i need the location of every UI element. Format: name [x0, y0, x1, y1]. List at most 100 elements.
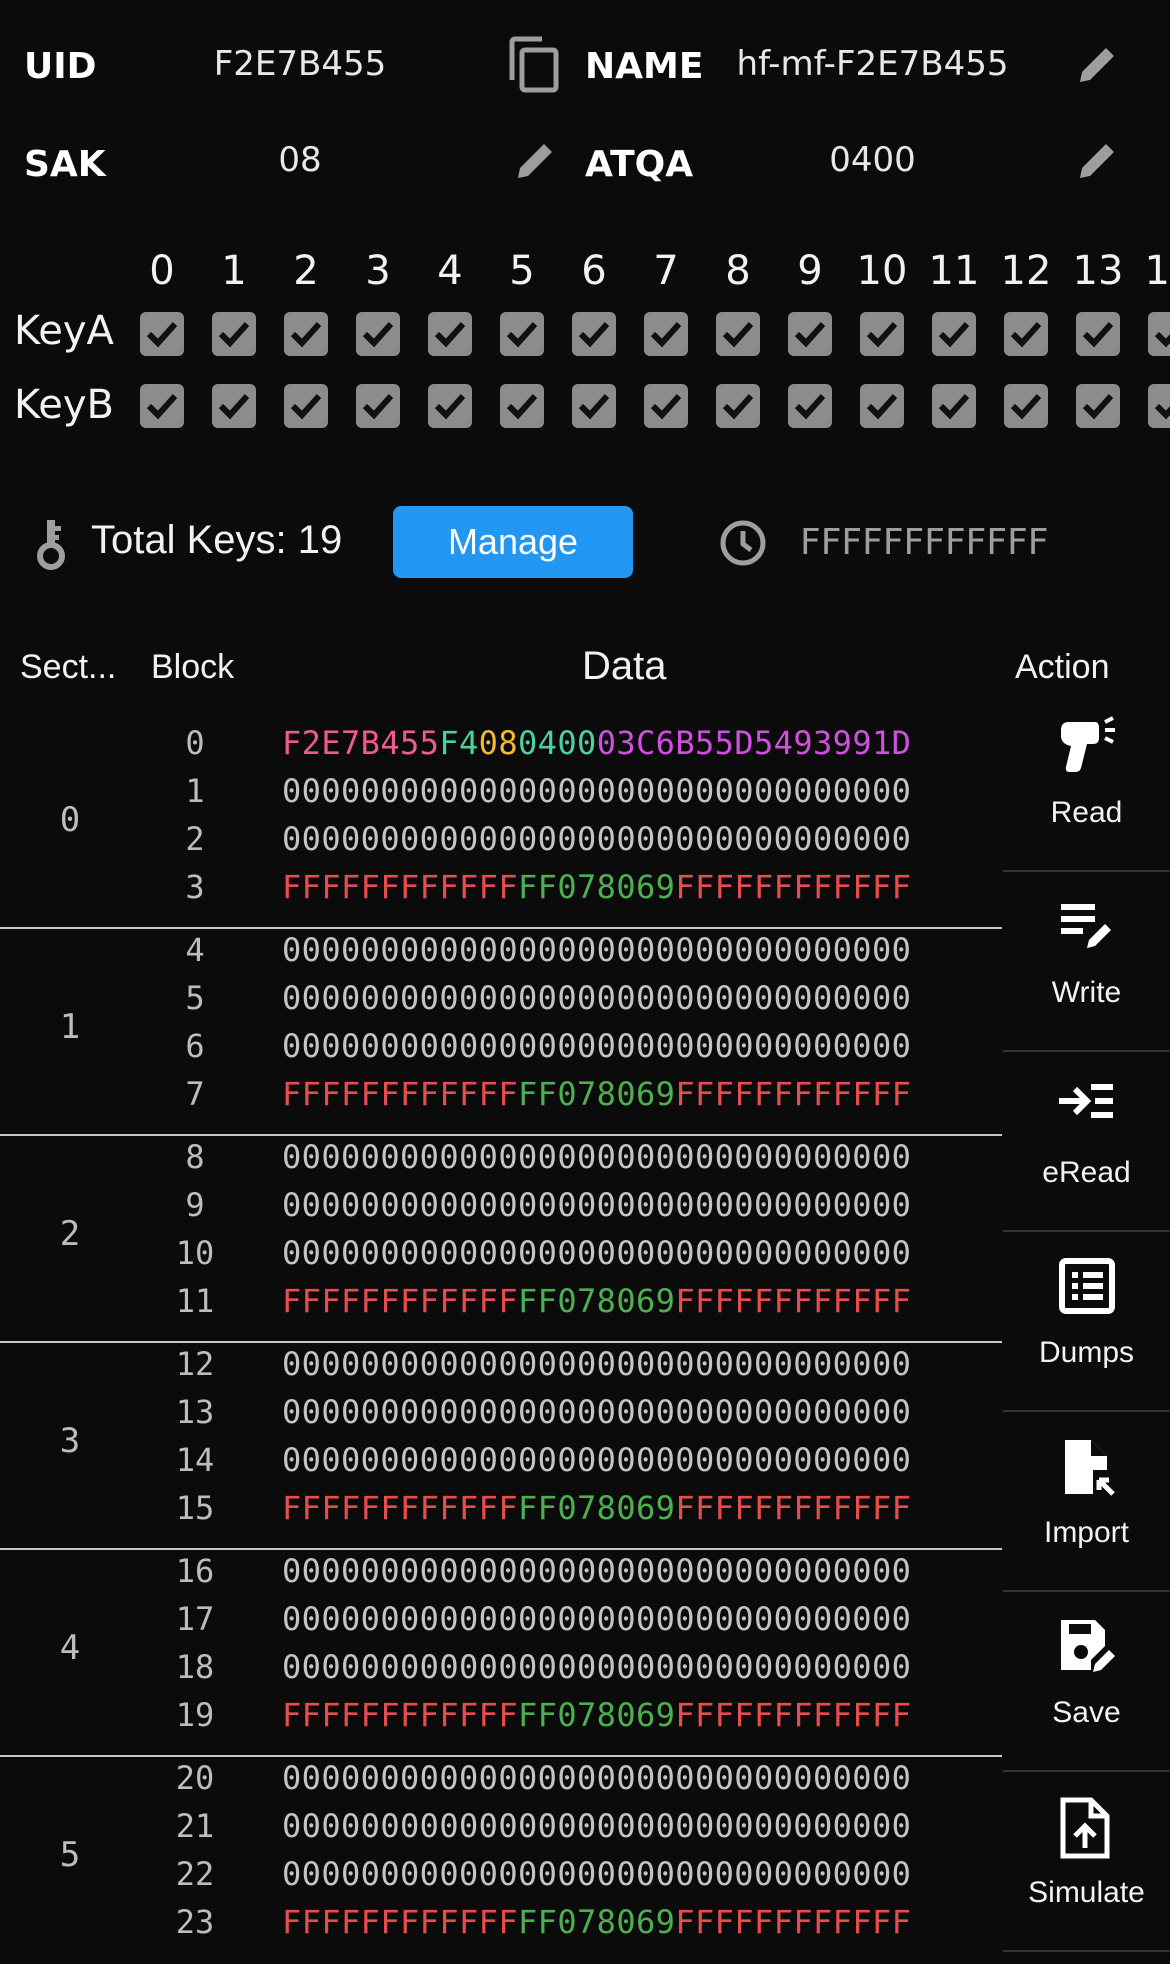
block-data[interactable]: 00000000000000000000000000000000 [282, 820, 911, 858]
keya-checkbox-7[interactable] [644, 312, 688, 356]
keya-checkbox-4[interactable] [428, 312, 472, 356]
keyb-checkbox-4[interactable] [428, 384, 472, 428]
block-data[interactable]: 00000000000000000000000000000000 [282, 1855, 911, 1893]
block-row[interactable]: 14 00000000000000000000000000000000 [0, 1441, 1002, 1489]
block-data[interactable]: 00000000000000000000000000000000 [282, 1807, 911, 1845]
block-row[interactable]: 3 FFFFFFFFFFFFFF078069FFFFFFFFFFFF [0, 868, 1002, 916]
keyb-checkbox-11[interactable] [932, 384, 976, 428]
block-data[interactable]: FFFFFFFFFFFFFF078069FFFFFFFFFFFF [282, 1696, 911, 1734]
keyb-checkbox-7[interactable] [644, 384, 688, 428]
write-button[interactable]: Write [1003, 870, 1170, 1052]
read-button[interactable]: Read [1003, 690, 1170, 872]
keya-checkbox-5[interactable] [500, 312, 544, 356]
eread-button[interactable]: eRead [1003, 1050, 1170, 1232]
block-row[interactable]: 13 00000000000000000000000000000000 [0, 1393, 1002, 1441]
keyb-checkbox-13[interactable] [1076, 384, 1120, 428]
block-row[interactable]: 11 FFFFFFFFFFFFFF078069FFFFFFFFFFFF [0, 1282, 1002, 1330]
simulate-button[interactable]: Simulate [1003, 1770, 1170, 1952]
read-icon [1057, 716, 1117, 785]
block-data[interactable]: 00000000000000000000000000000000 [282, 1027, 911, 1065]
block-row[interactable]: 5 00000000000000000000000000000000 [0, 979, 1002, 1027]
block-data[interactable]: 00000000000000000000000000000000 [282, 1186, 911, 1224]
block-data[interactable]: F2E7B455F408040003C6B55D5493991D [282, 724, 911, 762]
block-row[interactable]: 18 00000000000000000000000000000000 [0, 1648, 1002, 1696]
block-row[interactable]: 16 00000000000000000000000000000000 [0, 1552, 1002, 1600]
block-row[interactable]: 10 00000000000000000000000000000000 [0, 1234, 1002, 1282]
block-data[interactable]: 00000000000000000000000000000000 [282, 1600, 911, 1638]
block-data[interactable]: FFFFFFFFFFFFFF078069FFFFFFFFFFFF [282, 1489, 911, 1527]
key-icon [34, 516, 68, 570]
block-data[interactable]: 00000000000000000000000000000000 [282, 1234, 911, 1272]
keya-checkbox-2[interactable] [284, 312, 328, 356]
keya-checkbox-6[interactable] [572, 312, 616, 356]
keyb-checkbox-10[interactable] [860, 384, 904, 428]
keyb-checkbox-8[interactable] [716, 384, 760, 428]
block-data[interactable]: 00000000000000000000000000000000 [282, 772, 911, 810]
dumps-button[interactable]: Dumps [1003, 1230, 1170, 1412]
block-row[interactable]: 2 00000000000000000000000000000000 [0, 820, 1002, 868]
block-row[interactable]: 23 FFFFFFFFFFFFFF078069FFFFFFFFFFFF [0, 1903, 1002, 1951]
sector-row: 0 0 F2E7B455F408040003C6B55D5493991D 1 00000… [0, 722, 1002, 929]
keyb-checkbox-12[interactable] [1004, 384, 1048, 428]
keya-checkbox-0[interactable] [140, 312, 184, 356]
keya-checkbox-9[interactable] [788, 312, 832, 356]
block-data[interactable]: FFFFFFFFFFFFFF078069FFFFFFFFFFFF [282, 1075, 911, 1113]
block-data[interactable]: 00000000000000000000000000000000 [282, 1345, 911, 1383]
edit-sak-pencil-icon[interactable] [512, 136, 560, 184]
block-row[interactable]: 20 00000000000000000000000000000000 [0, 1759, 1002, 1807]
block-row[interactable]: 9 00000000000000000000000000000000 [0, 1186, 1002, 1234]
save-button[interactable]: Save [1003, 1590, 1170, 1772]
keyb-checkbox-1[interactable] [212, 384, 256, 428]
keyb-checkbox-6[interactable] [572, 384, 616, 428]
block-data[interactable]: 00000000000000000000000000000000 [282, 1648, 911, 1686]
block-data[interactable]: FFFFFFFFFFFFFF078069FFFFFFFFFFFF [282, 1282, 911, 1320]
keyb-checkbox-9[interactable] [788, 384, 832, 428]
keya-checkbox-10[interactable] [860, 312, 904, 356]
block-data[interactable]: 00000000000000000000000000000000 [282, 979, 911, 1017]
block-data[interactable]: 00000000000000000000000000000000 [282, 1393, 911, 1431]
keyb-checkbox-14[interactable] [1148, 384, 1170, 428]
block-row[interactable]: 7 FFFFFFFFFFFFFF078069FFFFFFFFFFFF [0, 1075, 1002, 1123]
block-data[interactable]: 00000000000000000000000000000000 [282, 1441, 911, 1479]
import-button[interactable]: Import [1003, 1410, 1170, 1592]
keyb-checkbox-5[interactable] [500, 384, 544, 428]
block-row[interactable]: 19 FFFFFFFFFFFFFF078069FFFFFFFFFFFF [0, 1696, 1002, 1744]
block-row[interactable]: 6 00000000000000000000000000000000 [0, 1027, 1002, 1075]
keya-checkbox-13[interactable] [1076, 312, 1120, 356]
keyb-checkbox-3[interactable] [356, 384, 400, 428]
block-row[interactable]: 0 F2E7B455F408040003C6B55D5493991D [0, 724, 1002, 772]
keya-checkbox-12[interactable] [1004, 312, 1048, 356]
key-column-14: 14 [1144, 248, 1170, 294]
keya-checkbox-3[interactable] [356, 312, 400, 356]
block-number: 2 [185, 820, 205, 858]
block-row[interactable]: 12 00000000000000000000000000000000 [0, 1345, 1002, 1393]
edit-name-pencil-icon[interactable] [1074, 40, 1122, 88]
block-data[interactable]: 00000000000000000000000000000000 [282, 1138, 911, 1176]
block-row[interactable]: 1 00000000000000000000000000000000 [0, 772, 1002, 820]
block-data[interactable]: 00000000000000000000000000000000 [282, 931, 911, 969]
block-data[interactable]: FFFFFFFFFFFFFF078069FFFFFFFFFFFF [282, 1903, 911, 1941]
keya-checkbox-11[interactable] [932, 312, 976, 356]
simulate-icon [1057, 1796, 1113, 1865]
last-key-value[interactable]: FFFFFFFFFFFF [800, 522, 1048, 563]
manage-button[interactable]: Manage [393, 506, 633, 578]
block-row[interactable]: 21 00000000000000000000000000000000 [0, 1807, 1002, 1855]
edit-atqa-pencil-icon[interactable] [1074, 136, 1122, 184]
block-row[interactable]: 15 FFFFFFFFFFFFFF078069FFFFFFFFFFFF [0, 1489, 1002, 1537]
block-row[interactable]: 8 00000000000000000000000000000000 [0, 1138, 1002, 1186]
copy-icon[interactable] [508, 36, 560, 94]
block-row[interactable]: 4 00000000000000000000000000000000 [0, 931, 1002, 979]
keya-checkbox-14[interactable] [1148, 312, 1170, 356]
key-column-1: 1 [221, 248, 247, 294]
keyb-checkbox-0[interactable] [140, 384, 184, 428]
block-row[interactable]: 22 00000000000000000000000000000000 [0, 1855, 1002, 1903]
keya-checkbox-8[interactable] [716, 312, 760, 356]
block-data[interactable]: 00000000000000000000000000000000 [282, 1759, 911, 1797]
block-row[interactable]: 17 00000000000000000000000000000000 [0, 1600, 1002, 1648]
keya-checkbox-1[interactable] [212, 312, 256, 356]
keyb-checkbox-2[interactable] [284, 384, 328, 428]
block-data[interactable]: FFFFFFFFFFFFFF078069FFFFFFFFFFFF [282, 868, 911, 906]
history-clock-icon[interactable] [719, 519, 767, 567]
action-label: Save [1052, 1696, 1121, 1729]
block-data[interactable]: 00000000000000000000000000000000 [282, 1552, 911, 1590]
